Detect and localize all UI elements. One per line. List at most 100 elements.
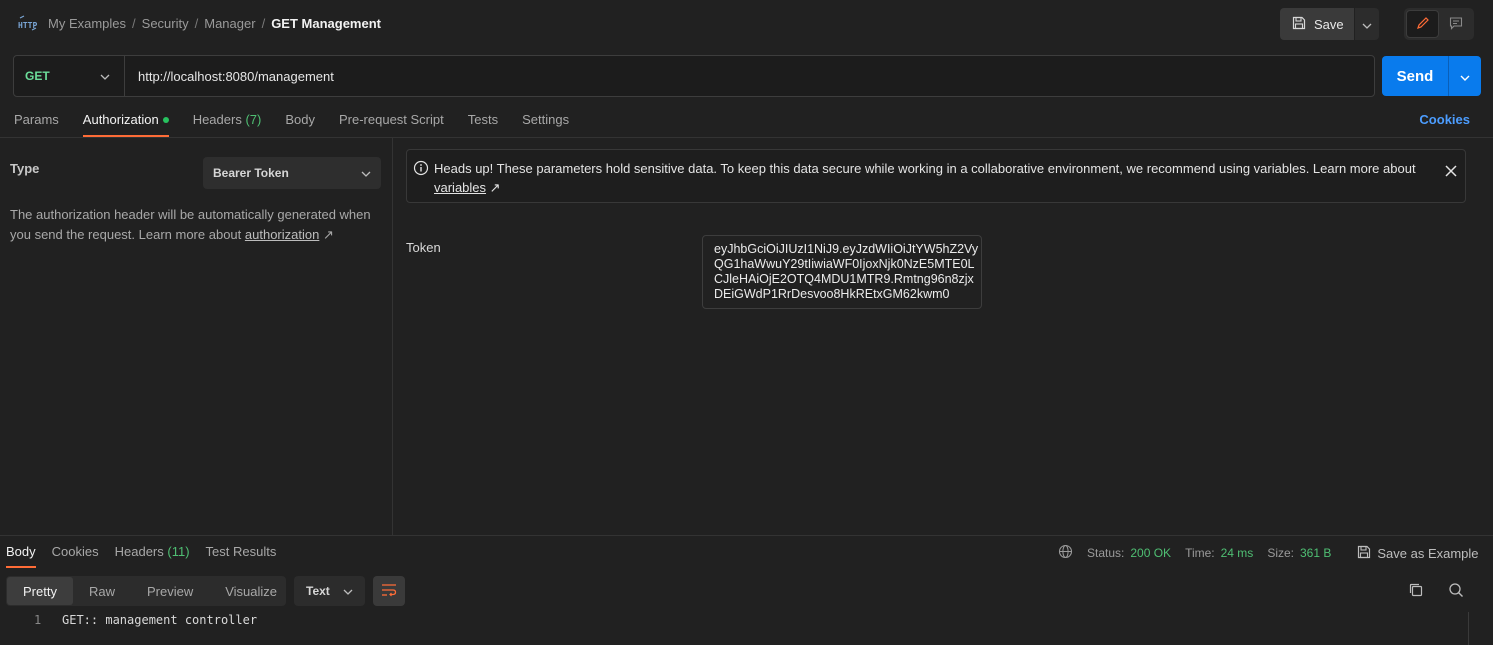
- breadcrumb-separator: /: [261, 16, 266, 31]
- view-visualize-button[interactable]: Visualize: [209, 577, 293, 605]
- alert-text: Heads up! These parameters hold sensitiv…: [434, 161, 1416, 176]
- chevron-down-icon: [100, 69, 110, 83]
- divider: [0, 535, 1493, 536]
- info-icon: [413, 160, 429, 179]
- save-group: Save: [1280, 8, 1379, 40]
- tab-label: Headers: [192, 112, 242, 127]
- wrap-lines-icon: [381, 583, 397, 600]
- response-meta: Status: 200 OK Time: 24 ms Size: 361 B S…: [1058, 544, 1493, 562]
- method-select[interactable]: GET: [14, 56, 125, 96]
- tab-label: Headers: [114, 544, 164, 559]
- tab-label: Body: [285, 112, 315, 127]
- save-label: Save: [1314, 16, 1344, 32]
- response-tabs: Body Cookies Headers (11) Test Results: [6, 537, 276, 568]
- tab-headers[interactable]: Headers (7): [193, 104, 262, 137]
- breadcrumb-item[interactable]: Manager: [204, 16, 255, 31]
- tab-label: Cookies: [51, 544, 99, 559]
- token-label: Token: [406, 240, 441, 255]
- response-tab-test-results[interactable]: Test Results: [206, 537, 277, 568]
- tab-label: Test Results: [205, 544, 277, 559]
- breadcrumb-separator: /: [194, 16, 199, 31]
- wrap-lines-button[interactable]: [373, 576, 405, 606]
- external-link-icon: ↗: [489, 180, 501, 195]
- tab-settings[interactable]: Settings: [522, 104, 569, 137]
- tab-label: Body: [6, 544, 36, 559]
- tab-label: Params: [14, 112, 59, 127]
- cookies-link[interactable]: Cookies: [1419, 112, 1470, 127]
- url-bar: GET http://localhost:8080/management: [13, 55, 1375, 97]
- view-mode-toggle: [1404, 8, 1474, 40]
- response-view-toggle: Pretty Raw Preview Visualize: [6, 576, 286, 606]
- time-value: 24 ms: [1220, 546, 1254, 560]
- auth-type-value: Bearer Token: [213, 166, 289, 180]
- headers-count: (7): [245, 112, 262, 127]
- save-button[interactable]: Save: [1280, 8, 1354, 40]
- tab-tests[interactable]: Tests: [468, 104, 498, 137]
- url-input[interactable]: http://localhost:8080/management: [125, 69, 334, 84]
- response-tab-cookies[interactable]: Cookies: [52, 537, 99, 568]
- auth-type-select[interactable]: Bearer Token: [203, 157, 381, 189]
- response-body-text[interactable]: GET:: management controller: [62, 613, 257, 627]
- save-as-example-label: Save as Example: [1377, 545, 1479, 561]
- time-label: Time:: [1185, 546, 1215, 560]
- globe-icon[interactable]: [1058, 544, 1073, 562]
- breadcrumb-item[interactable]: Security: [142, 16, 189, 31]
- tab-body[interactable]: Body: [285, 104, 315, 137]
- tab-params[interactable]: Params: [14, 104, 59, 137]
- tab-label: Authorization: [82, 112, 159, 127]
- send-options-button[interactable]: [1448, 56, 1481, 96]
- tab-authorization[interactable]: Authorization: [82, 104, 169, 137]
- tab-label: Tests: [467, 112, 499, 127]
- response-body-line: 1 GET:: management controller: [0, 612, 1460, 632]
- type-label: Type: [10, 161, 40, 176]
- alert-message: Heads up! These parameters hold sensitiv…: [434, 159, 1424, 197]
- external-link-icon: ↗: [322, 227, 334, 242]
- request-title[interactable]: GET Management: [271, 16, 381, 31]
- status-label: Status:: [1087, 546, 1125, 560]
- save-icon: [1357, 545, 1371, 562]
- status-dot: [162, 116, 169, 123]
- send-group: Send: [1382, 56, 1481, 96]
- save-options-button[interactable]: [1355, 8, 1379, 40]
- save-as-example-button[interactable]: Save as Example: [1357, 545, 1479, 562]
- token-input[interactable]: eyJhbGciOiJIUzI1NiJ9.eyJzdWIiOiJtYW5hZ2V…: [702, 235, 982, 309]
- edit-mode-button[interactable]: [1406, 10, 1439, 38]
- tab-label: Settings: [522, 112, 570, 127]
- chevron-down-icon: [361, 166, 371, 180]
- status-value: 200 OK: [1130, 546, 1172, 560]
- response-tab-body[interactable]: Body: [6, 537, 36, 568]
- comment-icon: [1449, 16, 1463, 33]
- pencil-icon: [1416, 16, 1430, 33]
- scrollbar[interactable]: [1468, 612, 1469, 645]
- authorization-link[interactable]: authorization: [245, 227, 319, 242]
- top-bar: HTTP My Examples / Security / Manager / …: [0, 0, 1493, 48]
- chevron-down-icon: [1362, 17, 1372, 32]
- close-alert-button[interactable]: [1441, 162, 1461, 182]
- auth-type-pane: Type Bearer Token The authorization head…: [0, 137, 393, 535]
- close-icon: [1445, 164, 1457, 180]
- view-raw-button[interactable]: Raw: [73, 577, 131, 605]
- auth-description: The authorization header will be automat…: [10, 205, 380, 245]
- response-tab-headers[interactable]: Headers (11): [115, 537, 190, 568]
- response-format-select[interactable]: Text: [294, 576, 365, 606]
- view-preview-button[interactable]: Preview: [131, 577, 209, 605]
- line-number: 1: [34, 613, 42, 627]
- tab-prerequest-script[interactable]: Pre-request Script: [339, 104, 444, 137]
- size-label: Size:: [1267, 546, 1294, 560]
- view-pretty-button[interactable]: Pretty: [7, 577, 73, 605]
- tab-label: Pre-request Script: [338, 112, 444, 127]
- breadcrumb-separator: /: [132, 16, 136, 31]
- comments-button[interactable]: [1439, 10, 1472, 38]
- search-icon[interactable]: [1448, 582, 1464, 601]
- send-button[interactable]: Send: [1382, 56, 1448, 96]
- size-value: 361 B: [1300, 546, 1332, 560]
- sensitive-data-alert: Heads up! These parameters hold sensitiv…: [406, 149, 1466, 203]
- method-value: GET: [25, 69, 50, 83]
- http-icon: HTTP: [18, 14, 38, 34]
- format-value: Text: [306, 584, 330, 598]
- headers-count: (11): [167, 544, 190, 559]
- variables-link[interactable]: variables: [434, 180, 486, 195]
- breadcrumb-item[interactable]: My Examples: [48, 16, 126, 31]
- copy-icon[interactable]: [1408, 582, 1424, 601]
- breadcrumb: My Examples / Security / Manager / GET M…: [48, 16, 381, 31]
